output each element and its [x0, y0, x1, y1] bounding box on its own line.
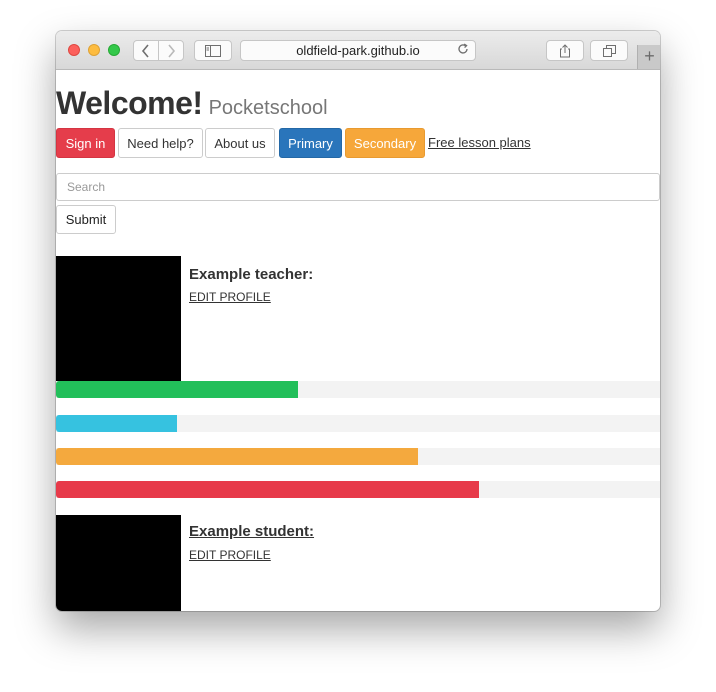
student-edit-profile-link[interactable]: EDIT PROFILE — [189, 548, 271, 562]
progress-fill — [56, 448, 419, 465]
progress-bar — [56, 448, 660, 465]
chevron-left-icon — [141, 43, 149, 58]
browser-window: oldfield-park.github.io + Welcome! Pocket… — [56, 31, 660, 611]
free-lesson-plans-link[interactable]: Free lesson plans — [428, 135, 531, 150]
progress-bar — [56, 381, 660, 398]
sign-in-button[interactable]: Sign in — [56, 128, 115, 158]
chevron-right-icon — [168, 43, 176, 58]
show-tabs-button[interactable] — [590, 40, 628, 61]
page-content: Welcome! Pocketschool Sign in Need help? … — [56, 70, 660, 611]
url-text: oldfield-park.github.io — [296, 43, 420, 58]
page-heading: Welcome! Pocketschool — [56, 85, 328, 122]
progress-bar — [56, 415, 660, 432]
title-bar: oldfield-park.github.io + — [56, 31, 660, 70]
close-window-button[interactable] — [68, 44, 80, 56]
about-us-button[interactable]: About us — [205, 128, 275, 158]
sidebar-icon — [205, 44, 221, 57]
plus-icon: + — [644, 46, 655, 66]
minimize-window-button[interactable] — [88, 44, 100, 56]
page-title: Welcome! — [56, 85, 203, 121]
zoom-window-button[interactable] — [108, 44, 120, 56]
progress-fill — [56, 415, 177, 432]
new-tab-button[interactable]: + — [637, 45, 660, 69]
teacher-name: Example teacher: — [189, 266, 314, 283]
search-input[interactable] — [56, 173, 660, 201]
teacher-avatar — [56, 256, 181, 381]
forward-button[interactable] — [158, 40, 184, 61]
teacher-edit-profile-link[interactable]: EDIT PROFILE — [189, 290, 271, 304]
share-icon — [560, 43, 570, 57]
primary-button[interactable]: Primary — [279, 128, 342, 158]
student-name-link[interactable]: Example student: — [189, 523, 314, 540]
history-nav — [133, 40, 185, 61]
back-button[interactable] — [133, 40, 159, 61]
share-button[interactable] — [546, 40, 584, 61]
progress-fill — [56, 481, 479, 498]
progress-fill — [56, 381, 298, 398]
page-subtitle: Pocketschool — [208, 97, 328, 119]
secondary-button[interactable]: Secondary — [345, 128, 425, 158]
tabs-icon — [602, 44, 616, 57]
address-bar[interactable]: oldfield-park.github.io — [240, 40, 476, 61]
reload-icon[interactable] — [457, 43, 469, 58]
submit-button[interactable]: Submit — [56, 205, 116, 234]
student-avatar — [56, 515, 181, 611]
sidebar-button[interactable] — [194, 40, 232, 61]
need-help-button[interactable]: Need help? — [118, 128, 203, 158]
progress-bar — [56, 481, 660, 498]
